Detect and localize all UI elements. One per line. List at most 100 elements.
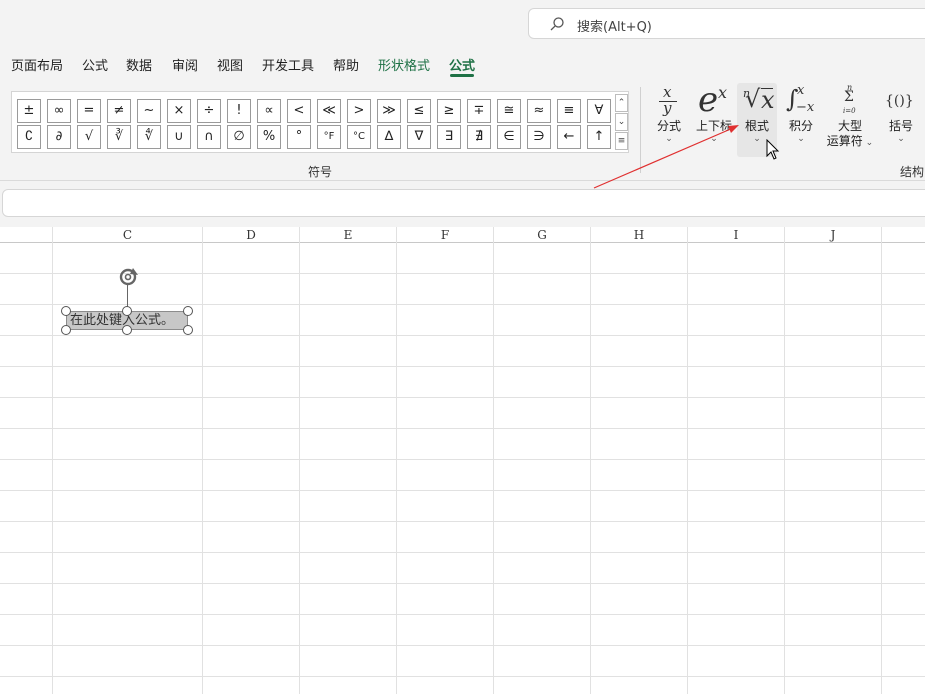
symbol-button[interactable]: °	[287, 125, 311, 149]
symbol-button[interactable]: ∋	[527, 125, 551, 149]
symbol-button[interactable]: ∅	[227, 125, 251, 149]
symbol-button[interactable]: ≪	[317, 99, 341, 123]
formula-bar[interactable]	[2, 189, 925, 217]
fraction-button[interactable]: x y 分式 ⌄	[652, 83, 686, 144]
tab-review[interactable]: 审阅	[172, 55, 198, 74]
column-header-j[interactable]: J	[785, 227, 881, 243]
mouse-cursor-icon	[766, 139, 780, 160]
column-gridline	[881, 227, 882, 694]
bracket-button[interactable]: {()} 括号 ⌄	[881, 83, 921, 144]
group-divider	[640, 87, 641, 173]
symbol-button[interactable]: °C	[347, 125, 371, 149]
symbol-button[interactable]: !	[227, 99, 251, 123]
column-gridline	[52, 227, 53, 694]
tab-shape-format[interactable]: 形状格式	[378, 55, 430, 74]
ribbon: ± ∞ = ≠ ~ × ÷! ∝ < ≪ > ≫ ≤ ≥ ∓ ≅ ≈ ≡ ∀ ∁ ∂ √ ∛ ∜ ∪ ∩ ∅% ° °F °C ∆ ∇ ∃ ∄ ∈…	[0, 79, 925, 181]
symbol-button[interactable]: ≫	[377, 99, 401, 123]
integral-icon: ∫ x −x	[786, 83, 815, 115]
tab-formulas[interactable]: 公式	[82, 55, 108, 74]
formula-area	[0, 181, 925, 227]
column-header-g[interactable]: G	[494, 227, 590, 243]
symbol-button[interactable]: ∛	[107, 125, 131, 149]
resize-handle-top[interactable]	[122, 306, 132, 316]
ribbon-tabs: 页面布局 公式 数据 审阅 视图 开发工具 帮助 形状格式 公式	[0, 46, 925, 79]
column-gridline	[493, 227, 494, 694]
row-gridline	[0, 459, 925, 460]
spreadsheet-grid: C D E F G H I J	[0, 227, 925, 694]
symbol-button[interactable]: ∃	[437, 125, 461, 149]
symbol-button[interactable]: ≤	[407, 99, 431, 123]
rotate-handle-icon[interactable]	[116, 266, 140, 288]
search-input[interactable]: 搜索(Alt+Q)	[528, 8, 925, 39]
symbol-button[interactable]: ∩	[197, 125, 221, 149]
column-gridline	[299, 227, 300, 694]
row-gridline	[0, 645, 925, 646]
tab-help[interactable]: 帮助	[333, 55, 359, 74]
row-gridline	[0, 304, 925, 305]
symbol-button[interactable]: ∄	[467, 125, 491, 149]
symbol-button[interactable]: ∂	[47, 125, 71, 149]
bracket-icon: {()}	[885, 93, 914, 109]
tab-developer[interactable]: 开发工具	[262, 55, 314, 74]
tab-page-layout[interactable]: 页面布局	[11, 55, 63, 74]
symbol-button[interactable]: √	[77, 125, 101, 149]
symbol-button[interactable]: ∝	[257, 99, 281, 123]
symbol-button[interactable]: ÷	[197, 99, 221, 123]
symbol-button[interactable]: >	[347, 99, 371, 123]
resize-handle-bottom-left[interactable]	[61, 325, 71, 335]
search-placeholder: 搜索(Alt+Q)	[577, 20, 652, 35]
symbol-button[interactable]: ∜	[137, 125, 161, 149]
symbol-button[interactable]: ∁	[17, 125, 41, 149]
gallery-scroll-down-button[interactable]: ⌄	[615, 113, 628, 131]
symbol-button[interactable]: =	[77, 99, 101, 123]
symbol-button[interactable]: ≡	[557, 99, 581, 123]
symbol-button[interactable]: ≈	[527, 99, 551, 123]
symbol-button[interactable]: ←	[557, 125, 581, 149]
column-header-d[interactable]: D	[203, 227, 299, 243]
symbol-button[interactable]: ∇	[407, 125, 431, 149]
gallery-more-button[interactable]: ≡	[615, 132, 628, 150]
tab-equation[interactable]: 公式	[449, 55, 475, 74]
symbol-button[interactable]: ∪	[167, 125, 191, 149]
column-gridline	[687, 227, 688, 694]
resize-handle-bottom-right[interactable]	[183, 325, 193, 335]
symbol-button[interactable]: ∆	[377, 125, 401, 149]
symbol-button[interactable]: ∓	[467, 99, 491, 123]
active-tab-indicator	[450, 74, 474, 77]
gallery-scroll-up-button[interactable]: ⌃	[615, 94, 628, 112]
symbol-button[interactable]: ∞	[47, 99, 71, 123]
column-header-c[interactable]: C	[53, 227, 202, 243]
tab-data[interactable]: 数据	[126, 55, 152, 74]
chevron-down-icon: ⌄	[665, 134, 673, 144]
column-gridline	[590, 227, 591, 694]
resize-handle-bottom[interactable]	[122, 325, 132, 335]
column-header-e[interactable]: E	[300, 227, 396, 243]
column-gridline	[396, 227, 397, 694]
column-header-h[interactable]: H	[591, 227, 687, 243]
row-gridline	[0, 583, 925, 584]
symbol-button[interactable]: ≅	[497, 99, 521, 123]
symbol-button[interactable]: ×	[167, 99, 191, 123]
script-button[interactable]: e x 上下标 ⌄	[692, 81, 736, 144]
column-header-i[interactable]: I	[688, 227, 784, 243]
row-gridline	[0, 490, 925, 491]
column-header-f[interactable]: F	[397, 227, 493, 243]
title-bar: 搜索(Alt+Q)	[0, 0, 925, 46]
resize-handle-top-left[interactable]	[61, 306, 71, 316]
symbol-button[interactable]: ≥	[437, 99, 461, 123]
symbols-group-label: 符号	[308, 165, 333, 179]
symbol-button[interactable]: %	[257, 125, 281, 149]
symbol-button[interactable]: ∀	[587, 99, 611, 123]
symbol-button[interactable]: ∈	[497, 125, 521, 149]
large-operator-button[interactable]: n Σ i=0 大型 运算符 ⌄	[824, 83, 876, 151]
radical-icon: n √ x	[743, 85, 775, 114]
symbol-button[interactable]: ≠	[107, 99, 131, 123]
symbol-button[interactable]: <	[287, 99, 311, 123]
symbol-button[interactable]: °F	[317, 125, 341, 149]
resize-handle-top-right[interactable]	[183, 306, 193, 316]
symbol-button[interactable]: ±	[17, 99, 41, 123]
integral-button[interactable]: ∫ x −x 积分 ⌄	[782, 83, 820, 144]
tab-view[interactable]: 视图	[217, 55, 243, 74]
symbol-button[interactable]: ↑	[587, 125, 611, 149]
symbol-button[interactable]: ~	[137, 99, 161, 123]
